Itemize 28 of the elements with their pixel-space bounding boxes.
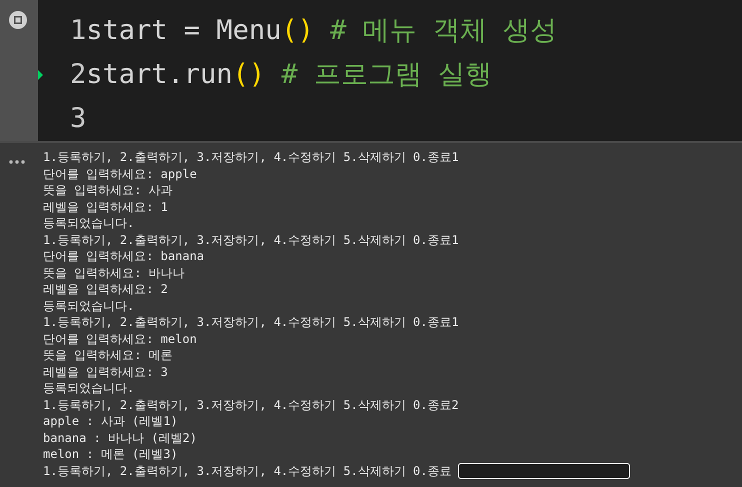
output-line: apple : 사과 (레벨1) <box>43 413 178 430</box>
output-line: 레벨을 입력하세요: 3 <box>43 364 168 380</box>
output-line: 뜻을 입력하세요: 메론 <box>43 347 173 364</box>
line-number: 3 <box>70 102 86 136</box>
line-number: 2 <box>70 58 86 92</box>
output-line: 뜻을 입력하세요: 사과 <box>43 182 173 198</box>
output-line: 레벨을 입력하세요: 2 <box>43 281 168 298</box>
output-line: 1.등록하기, 2.출력하기, 3.저장하기, 4.수정하기 5.삭제하기 0.종료2 <box>43 396 459 413</box>
output-line: 1.등록하기, 2.출력하기, 3.저장하기, 4.수정하기 5.삭제하기 0.종료1 <box>43 314 459 330</box>
code-text: start = Menu() # 메뉴 객체 생성 <box>86 14 558 48</box>
output-line: banana : 바나나 (레벨2) <box>43 430 197 446</box>
output-line: 레벨을 입력하세요: 1 <box>43 198 168 215</box>
output-line: 단어를 입력하세요: apple <box>43 166 197 182</box>
stop-button-icon[interactable] <box>8 10 28 30</box>
output-line: 등록되었습니다. <box>43 215 134 232</box>
output-line: 단어를 입력하세요: banana <box>43 248 204 264</box>
output-line: melon : 메론 (레벨3) <box>43 446 178 462</box>
output-line: 뜻을 입력하세요: 바나나 <box>43 264 185 281</box>
input-field[interactable] <box>458 462 630 479</box>
output-line: 1.등록하기, 2.출력하기, 3.저장하기, 4.수정하기 5.삭제하기 0.종료1 <box>43 232 459 248</box>
output-line: 1.등록하기, 2.출력하기, 3.저장하기, 4.수정하기 5.삭제하기 0.종료 <box>43 462 452 479</box>
output-line: 1.등록하기, 2.출력하기, 3.저장하기, 4.수정하기 5.삭제하기 0.종료1 <box>43 149 459 166</box>
more-icon[interactable] <box>9 160 25 164</box>
code-text: start.run() # 프로그램 실행 <box>86 58 492 92</box>
output-line: 등록되었습니다. <box>43 380 134 396</box>
output-line: 단어를 입력하세요: melon <box>43 330 197 347</box>
line-number: 1 <box>70 14 86 48</box>
output-line: 등록되었습니다. <box>43 298 134 314</box>
